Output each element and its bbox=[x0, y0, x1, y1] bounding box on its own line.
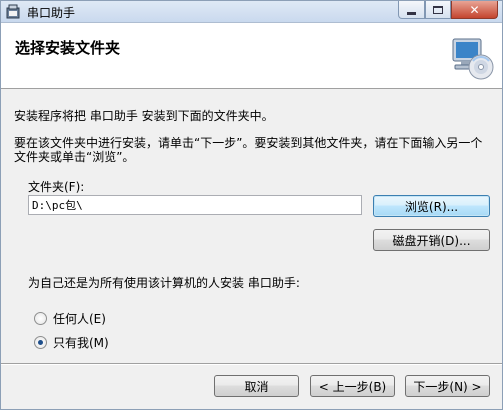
disk-cost-button[interactable]: 磁盘开销(D)... bbox=[373, 229, 490, 251]
radio-just-me[interactable]: 只有我(M) bbox=[34, 334, 109, 351]
radio-just-me-circle[interactable] bbox=[34, 336, 47, 349]
footer-divider bbox=[1, 363, 502, 365]
folder-path-input[interactable] bbox=[28, 195, 362, 215]
header-banner: 选择安装文件夹 bbox=[1, 23, 502, 89]
cancel-button[interactable]: 取消 bbox=[214, 375, 299, 397]
browse-button[interactable]: 浏览(R)... bbox=[373, 195, 490, 217]
maximize-icon bbox=[433, 5, 443, 14]
computer-cd-icon bbox=[452, 38, 494, 80]
installer-app-icon bbox=[6, 4, 20, 19]
install-intro-text: 安装程序将把 串口助手 安装到下面的文件夹中。 bbox=[14, 109, 274, 123]
radio-everyone-label: 任何人(E) bbox=[53, 312, 106, 326]
next-button[interactable]: 下一步(N) > bbox=[405, 375, 490, 397]
close-button[interactable]: ✕ bbox=[451, 1, 498, 19]
radio-everyone-circle[interactable] bbox=[34, 312, 47, 325]
page-title: 选择安装文件夹 bbox=[15, 39, 121, 57]
maximize-button[interactable] bbox=[425, 1, 451, 19]
installer-window: 串口助手 ✕ 选择安装文件夹 安装程序将把 串口助手 安装到下面的文件夹中。 要… bbox=[0, 0, 503, 410]
title-bar[interactable]: 串口助手 ✕ bbox=[1, 1, 502, 23]
minimize-button[interactable] bbox=[398, 1, 425, 19]
folder-label: 文件夹(F): bbox=[28, 180, 85, 194]
minimize-icon bbox=[407, 11, 416, 15]
close-icon: ✕ bbox=[469, 2, 480, 17]
radio-just-me-label: 只有我(M) bbox=[53, 336, 109, 350]
instructions-text: 要在该文件夹中进行安装，请单击“下一步”。要安装到其他文件夹，请在下面输入另一个… bbox=[14, 136, 483, 164]
install-for-label: 为自己还是为所有使用该计算机的人安装 串口助手: bbox=[28, 276, 300, 290]
radio-everyone[interactable]: 任何人(E) bbox=[34, 310, 106, 327]
back-button[interactable]: < 上一步(B) bbox=[310, 375, 395, 397]
window-title: 串口助手 bbox=[27, 6, 76, 20]
